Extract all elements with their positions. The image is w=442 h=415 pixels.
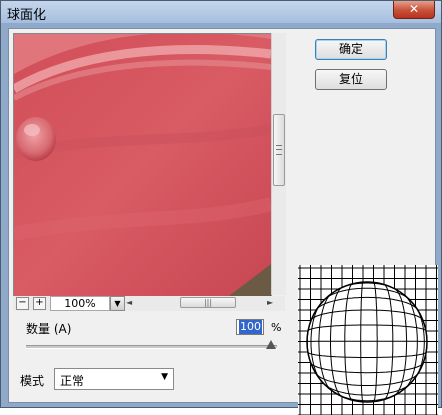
title-bar[interactable]: 球面化 ✕ [1, 1, 441, 23]
mode-select[interactable]: 正常 ▼ [54, 368, 174, 390]
ok-button[interactable]: 确定 [315, 39, 387, 60]
mode-value: 正常 [60, 372, 84, 389]
zoom-bar: − + 100% ▼ ◄ ||| ► [13, 296, 285, 311]
dropdown-arrow-icon: ▼ [114, 299, 120, 308]
horizontal-scroll-thumb[interactable]: ||| [180, 297, 236, 308]
zoom-in-icon: + [35, 297, 43, 308]
dialog-client: − + 100% ▼ ◄ ||| ► 确定 复位 数量 (A) 100 % 模式… [8, 28, 436, 403]
reset-button[interactable]: 复位 [315, 69, 387, 90]
amount-slider-track[interactable] [26, 345, 277, 349]
zoom-out-icon: − [18, 297, 26, 308]
zoom-dropdown-button[interactable]: ▼ [110, 296, 125, 311]
dropdown-arrow-icon: ▼ [161, 372, 168, 382]
close-icon: ✕ [409, 2, 419, 16]
grip-icon [276, 145, 282, 155]
amount-label: 数量 (A) [26, 320, 71, 337]
amount-value: 100 [239, 320, 262, 334]
window-title: 球面化 [7, 4, 46, 23]
preview-image [14, 34, 271, 296]
amount-slider-thumb[interactable] [266, 340, 276, 349]
zoom-level-field[interactable]: 100% [50, 296, 110, 311]
zoom-in-button[interactable]: + [33, 297, 46, 310]
zoom-out-button[interactable]: − [16, 297, 29, 310]
mode-label: 模式 [20, 372, 44, 389]
scroll-left-arrow[interactable]: ◄ [126, 298, 132, 307]
sphere-grid-icon [298, 265, 438, 415]
resize-grip-icon [276, 296, 285, 309]
spherize-dialog: 球面化 ✕ [0, 0, 442, 408]
scroll-right-arrow[interactable]: ► [267, 298, 273, 307]
percent-unit: % [271, 321, 281, 334]
preview-pane[interactable] [13, 33, 272, 297]
amount-input[interactable]: 100 [236, 319, 264, 335]
vertical-scrollbar[interactable] [271, 33, 286, 295]
close-button[interactable]: ✕ [393, 1, 435, 19]
vertical-scroll-thumb[interactable] [273, 114, 285, 186]
